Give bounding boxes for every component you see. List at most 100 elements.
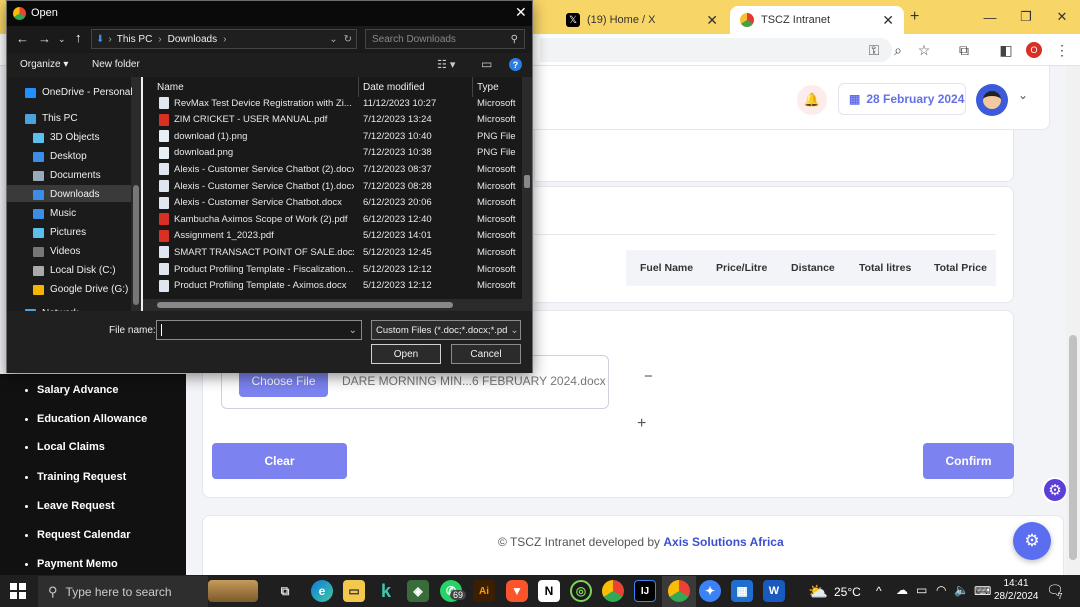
date-display[interactable]: ▦ 28 February 2024 [838, 83, 966, 115]
sidebar-item-leave-request[interactable]: Leave Request [25, 500, 115, 512]
address-bar[interactable] [540, 38, 892, 62]
app-store-icon[interactable]: ✦ [699, 580, 721, 602]
sidebar-item-training-request[interactable]: Training Request [25, 471, 126, 483]
file-name-input[interactable]: ⌄ [156, 320, 362, 340]
windows-start-icon[interactable] [10, 583, 26, 599]
greenshot-icon[interactable]: ◈ [407, 580, 429, 602]
plus-button[interactable]: + [637, 415, 646, 433]
extensions-icon[interactable]: ⧉ [954, 40, 974, 60]
col-date-modified[interactable]: Date modified [363, 82, 425, 93]
address-dropdown-icon[interactable]: ⌄ [329, 34, 337, 45]
help-icon[interactable]: ? [509, 58, 522, 71]
file-list-vscrollbar[interactable] [522, 77, 532, 299]
nav-scrollbar-thumb[interactable] [133, 185, 139, 305]
taskbar-search-input[interactable]: ⚲ Type here to search [38, 576, 208, 607]
file-row[interactable]: Product Profiling Template - Fiscalizati… [143, 261, 521, 277]
file-row[interactable]: Alexis - Customer Service Chatbot.docx 6/… [143, 195, 521, 211]
forward-arrow-icon[interactable]: → [38, 31, 51, 46]
wifi-icon[interactable]: ◠ [936, 583, 946, 597]
breadcrumb-this-pc[interactable]: This PC [117, 34, 153, 45]
battery-icon[interactable]: ▭ [916, 583, 927, 597]
chrome-active-icon[interactable] [668, 580, 690, 602]
refresh-icon[interactable]: ↻ [344, 34, 352, 45]
preview-pane-icon[interactable]: ▭ [481, 57, 492, 71]
minus-button[interactable]: − [644, 368, 653, 385]
nav-item-desktop[interactable]: Desktop [33, 151, 87, 162]
recent-locations-chevron-icon[interactable]: ⌄ [58, 34, 66, 45]
footer-link[interactable]: Axis Solutions Africa [663, 535, 783, 549]
file-row[interactable]: download (1).png 7/12/2023 10:40 PNG File [143, 128, 521, 144]
word-icon[interactable]: W [763, 580, 785, 602]
intellij-icon[interactable]: IJ [634, 580, 656, 602]
nav-item-pictures[interactable]: Pictures [33, 227, 86, 238]
weather-temp[interactable]: 25°C [834, 585, 861, 599]
close-window-icon[interactable]: ✕ [1044, 6, 1080, 28]
file-list-hscroll-thumb[interactable] [157, 302, 453, 308]
chevron-down-icon[interactable]: ⌄ [1018, 88, 1028, 102]
copilot-green-icon[interactable]: ◎ [570, 580, 592, 602]
weather-icon[interactable]: ⛅ [808, 582, 828, 602]
nav-item-3d-objects[interactable]: 3D Objects [33, 132, 99, 143]
page-scrollbar-thumb[interactable] [1069, 335, 1077, 560]
settings-gear-icon[interactable]: ⚙ [1042, 477, 1068, 503]
tab-x-home[interactable]: 𝕏 (19) Home / X ✕ [556, 6, 728, 34]
view-options-icon[interactable]: ☷ ▾ [437, 58, 455, 71]
minimize-icon[interactable]: — [972, 6, 1008, 28]
dialog-close-icon[interactable]: ✕ [515, 4, 527, 21]
profile-avatar[interactable]: O [1024, 40, 1044, 60]
nav-item-music[interactable]: Music [33, 208, 76, 219]
calendar-app-icon[interactable]: ▦ [731, 580, 753, 602]
file-row[interactable]: Assignment 1_2023.pdf 5/12/2023 14:01 Micr… [143, 228, 521, 244]
nav-item-local-disk-c[interactable]: Local Disk (C:) [33, 265, 116, 276]
file-row[interactable]: download.png 7/12/2023 10:38 PNG File [143, 145, 521, 161]
confirm-button[interactable]: Confirm [923, 443, 1014, 479]
file-list-vscroll-thumb[interactable] [524, 175, 530, 188]
col-name[interactable]: Name [157, 82, 184, 93]
up-arrow-icon[interactable]: ↑ [75, 30, 82, 45]
new-tab-button[interactable]: + [910, 8, 919, 26]
volume-icon[interactable]: 🔈 [954, 583, 969, 597]
clock[interactable]: 14:41 28/2/2024 [994, 577, 1039, 603]
file-row[interactable]: Product Profiling Template - Aximos.docx… [143, 278, 521, 294]
file-row[interactable]: RevMax Test Device Registration with Zi.… [143, 95, 521, 111]
illustrator-icon[interactable]: Ai [473, 580, 495, 602]
close-tab-icon[interactable]: ✕ [882, 12, 894, 29]
nav-item-this-pc[interactable]: This PC [25, 113, 78, 124]
avatar[interactable] [976, 84, 1008, 116]
nav-item-google-drive-g[interactable]: Google Drive (G:) [33, 284, 128, 295]
file-row[interactable]: Kambucha Aximos Scope of Work (2).pdf 6/1… [143, 211, 521, 227]
sidebar-item-payment-memo[interactable]: Payment Memo [25, 558, 118, 570]
search-input[interactable]: Search Downloads ⚲ [365, 29, 525, 49]
onedrive-tray-icon[interactable]: ☁ [896, 583, 908, 597]
sidebar-item-local-claims[interactable]: Local Claims [25, 441, 105, 453]
restore-icon[interactable]: ❐ [1008, 6, 1044, 28]
nav-item-videos[interactable]: Videos [33, 246, 80, 257]
close-tab-icon[interactable]: ✕ [706, 12, 718, 29]
floating-gear-button[interactable]: ⚙ [1013, 522, 1051, 560]
bookmark-star-icon[interactable]: ☆ [914, 40, 934, 60]
nav-item-onedrive-personal[interactable]: OneDrive - Personal [25, 87, 133, 98]
file-row[interactable]: Alexis - Customer Service Chatbot (2).do… [143, 161, 521, 177]
chrome-menu-icon[interactable]: ⋮ [1052, 40, 1072, 60]
breadcrumb[interactable]: ⬇ › This PC › Downloads › ⌄ ↻ [91, 29, 357, 49]
sidebar-item-request-calendar[interactable]: Request Calendar [25, 529, 131, 541]
cancel-button[interactable]: Cancel [451, 344, 521, 364]
brave-icon[interactable]: ▼ [506, 580, 528, 602]
nav-item-documents[interactable]: Documents [33, 170, 101, 181]
zoom-icon[interactable]: ⌕ [888, 40, 908, 60]
organize-button[interactable]: Organize ▾ [20, 59, 68, 70]
file-name-dropdown-icon[interactable]: ⌄ [349, 325, 357, 336]
col-type[interactable]: Type [477, 82, 499, 93]
tray-overflow-icon[interactable]: ^ [876, 584, 882, 598]
file-row[interactable]: SMART TRANSACT POINT OF SALE.docx 5/12/20… [143, 244, 521, 260]
edge-icon[interactable]: e [311, 580, 333, 602]
file-explorer-icon[interactable]: ▭ [343, 580, 365, 602]
breadcrumb-downloads[interactable]: Downloads [168, 34, 217, 45]
search-highlight-image[interactable] [208, 580, 258, 602]
file-row[interactable]: Alexis - Customer Service Chatbot (1).do… [143, 178, 521, 194]
clear-button[interactable]: Clear [212, 443, 347, 479]
sidebar-item-salary-advance[interactable]: Salary Advance [25, 384, 119, 396]
nav-item-downloads[interactable]: Downloads [33, 189, 99, 200]
open-button[interactable]: Open [371, 344, 441, 364]
sidebar-item-education-allowance[interactable]: Education Allowance [25, 413, 147, 425]
